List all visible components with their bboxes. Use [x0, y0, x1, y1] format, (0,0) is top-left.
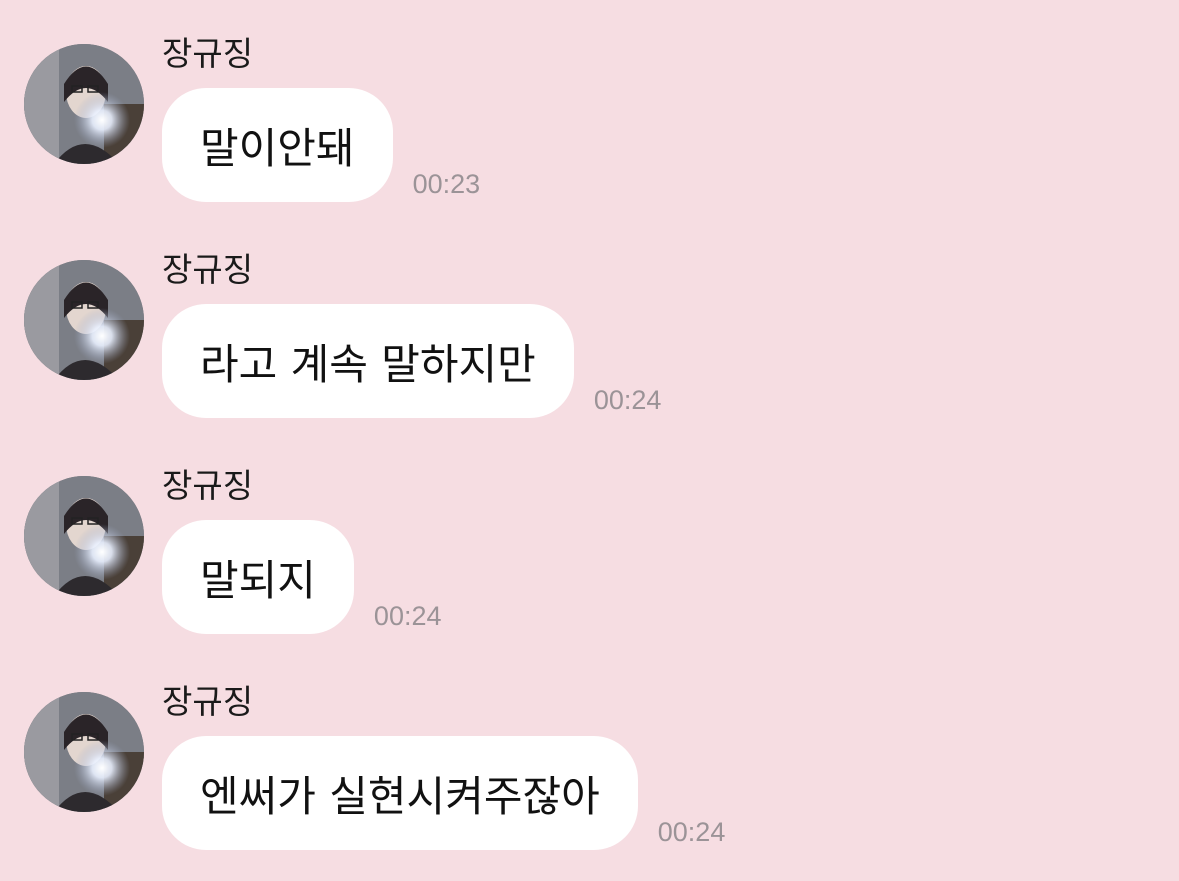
- message-item: 장규징 말되지 00:24: [0, 432, 1179, 642]
- avatar-image: [24, 44, 144, 164]
- message-timestamp: 00:23: [412, 169, 481, 199]
- message-bubble[interactable]: 엔써가 실현시켜주잖아: [162, 736, 638, 850]
- sender-name: 장규징: [162, 250, 254, 289]
- message-bubble[interactable]: 말되지: [162, 520, 354, 634]
- avatar[interactable]: [24, 260, 144, 380]
- bubble-row: 말이안돼 00:23: [162, 88, 480, 202]
- bubble-row: 라고 계속 말하지만 00:24: [162, 304, 661, 418]
- avatar[interactable]: [24, 692, 144, 812]
- avatar-image: [24, 692, 144, 812]
- message-timestamp: 00:24: [593, 385, 662, 415]
- sender-name: 장규징: [162, 34, 254, 73]
- message-item: 장규징 말이안돼 00:23: [0, 0, 1179, 210]
- message-item: 장규징 라고 계속 말하지만 00:24: [0, 216, 1179, 426]
- sender-name: 장규징: [162, 466, 254, 505]
- message-bubble[interactable]: 말이안돼: [162, 88, 393, 202]
- bubble-row: 말되지 00:24: [162, 520, 442, 634]
- chat-thread: 장규징 말이안돼 00:23 장규징 라고 계속 말하지만 00:24 장규징 …: [0, 0, 1179, 881]
- avatar[interactable]: [24, 476, 144, 596]
- message-timestamp: 00:24: [373, 601, 442, 631]
- bubble-row: 엔써가 실현시켜주잖아 00:24: [162, 736, 725, 850]
- avatar[interactable]: [24, 44, 144, 164]
- avatar-image: [24, 260, 144, 380]
- avatar-image: [24, 476, 144, 596]
- message-bubble[interactable]: 라고 계속 말하지만: [162, 304, 574, 418]
- message-item: 장규징 엔써가 실현시켜주잖아 00:24: [0, 648, 1179, 858]
- message-timestamp: 00:24: [657, 817, 726, 847]
- sender-name: 장규징: [162, 682, 254, 721]
